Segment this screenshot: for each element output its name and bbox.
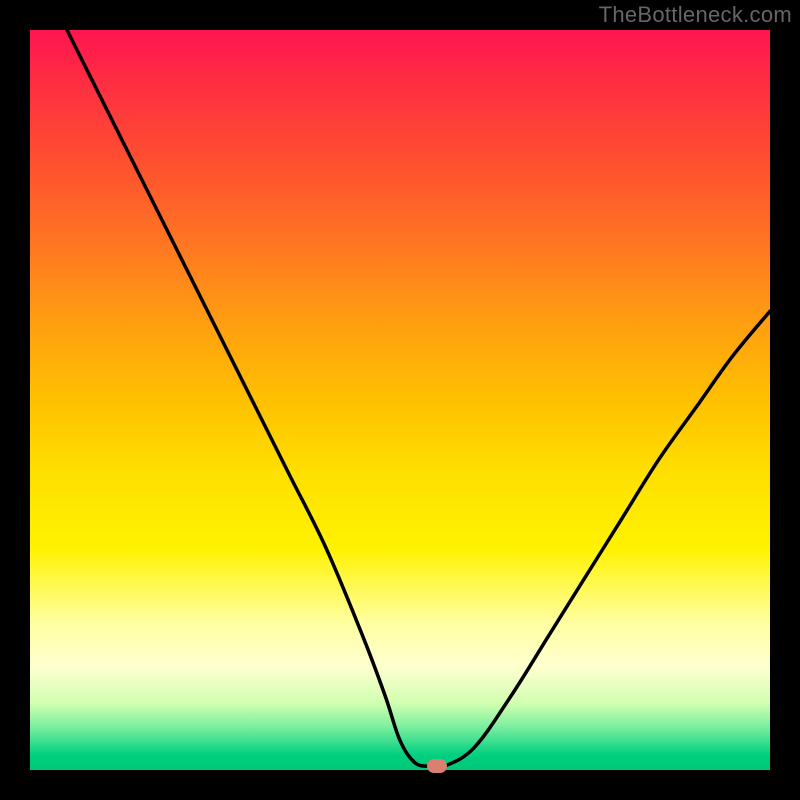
watermark-text: TheBottleneck.com <box>599 2 792 28</box>
optimal-point-marker <box>427 759 447 773</box>
chart-frame: TheBottleneck.com <box>0 0 800 800</box>
bottleneck-curve <box>30 30 770 770</box>
plot-area <box>30 30 770 770</box>
